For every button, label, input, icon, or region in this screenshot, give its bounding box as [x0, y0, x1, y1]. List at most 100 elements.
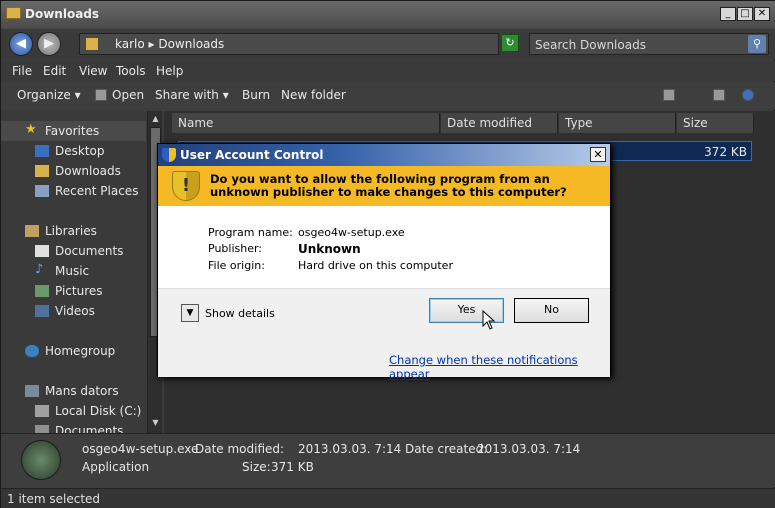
column-name[interactable]: Name: [172, 113, 440, 133]
publisher-label: Publisher:: [208, 242, 263, 255]
folder-icon: [35, 165, 49, 177]
scroll-down-icon[interactable]: ▼: [150, 417, 161, 429]
sidebar-item-music[interactable]: ♪ Music: [1, 261, 146, 281]
mouse-cursor-icon: [482, 310, 496, 330]
address-path: karlo ▸ Downloads: [115, 37, 225, 51]
warning-shield-icon: !: [172, 171, 200, 201]
column-size[interactable]: Size: [677, 113, 754, 133]
close-button[interactable]: ✕: [754, 7, 770, 21]
navigation-pane: ★ Favorites Desktop Downloads Recent Pla…: [1, 111, 163, 433]
uac-program-info: Program name: osgeo4w-setup.exe Publishe…: [158, 206, 610, 288]
column-date-modified[interactable]: Date modified: [441, 113, 558, 133]
menu-bar: File Edit View Tools Help: [1, 61, 775, 81]
share-with-button[interactable]: Share with ▾: [155, 88, 229, 102]
search-input[interactable]: Search Downloads ⚲: [529, 33, 769, 55]
uac-question: Do you want to allow the following progr…: [210, 172, 567, 199]
folder-icon: [86, 38, 98, 50]
forward-button[interactable]: ▶: [37, 32, 61, 56]
minimize-button[interactable]: _: [720, 7, 736, 21]
preview-pane-icon[interactable]: [713, 89, 725, 101]
show-details-label[interactable]: Show details: [205, 307, 275, 320]
sidebar-item-libraries[interactable]: Libraries: [1, 221, 146, 241]
sidebar-item-network-documents[interactable]: Documents (\\vbox: [1, 421, 146, 433]
sidebar-item-homegroup[interactable]: Homegroup: [1, 341, 146, 361]
publisher-value: Unknown: [298, 242, 361, 256]
maximize-button[interactable]: □: [737, 7, 753, 21]
refresh-icon: ↻: [505, 36, 515, 49]
menu-edit[interactable]: Edit: [43, 64, 66, 78]
app-icon: [21, 440, 61, 480]
video-icon: [35, 305, 49, 317]
shield-icon: [162, 148, 176, 162]
column-type[interactable]: Type: [559, 113, 676, 133]
origin-label: File origin:: [208, 259, 265, 272]
details-size-value: 371 KB: [271, 460, 314, 474]
details-type: Application: [82, 460, 150, 474]
sidebar-item-computer[interactable]: Mans dators: [1, 381, 146, 401]
search-placeholder: Search Downloads: [535, 38, 646, 52]
open-button[interactable]: Open: [112, 88, 144, 102]
uac-warning-banner: ! Do you want to allow the following pro…: [158, 166, 610, 206]
chevron-down-icon: ▼: [186, 308, 194, 318]
status-text: 1 item selected: [7, 492, 101, 506]
address-input[interactable]: karlo ▸ Downloads: [79, 33, 499, 55]
no-button[interactable]: No: [514, 298, 589, 323]
close-icon: ✕: [593, 148, 603, 161]
menu-file[interactable]: File: [12, 64, 32, 78]
details-modified-value: 2013.03.03. 7:14: [298, 442, 402, 456]
show-details-toggle[interactable]: ▼: [181, 304, 199, 322]
sidebar-item-favorites[interactable]: ★ Favorites: [1, 121, 146, 141]
sidebar-item-local-disk[interactable]: Local Disk (C:): [1, 401, 146, 421]
sidebar-item-label: Desktop: [55, 144, 105, 158]
recent-icon: [35, 185, 49, 197]
sidebar-item-label: Downloads: [55, 164, 121, 178]
sidebar-item-label: Recent Places: [55, 184, 139, 198]
sidebar-item-recent-places[interactable]: Recent Places: [1, 181, 146, 201]
desktop-icon: [35, 145, 49, 157]
sidebar-item-label: Pictures: [55, 284, 103, 298]
sidebar-item-desktop[interactable]: Desktop: [1, 141, 146, 161]
program-name-value: osgeo4w-setup.exe: [298, 226, 405, 239]
origin-value: Hard drive on this computer: [298, 259, 453, 272]
sidebar-item-documents[interactable]: Documents: [1, 241, 146, 261]
open-icon: [95, 89, 107, 101]
scroll-up-icon[interactable]: ▲: [150, 113, 161, 125]
sidebar-item-label: Homegroup: [45, 344, 116, 358]
sidebar-item-downloads[interactable]: Downloads: [1, 161, 146, 181]
window-title: Downloads: [25, 7, 100, 21]
folder-icon: [6, 7, 21, 19]
library-icon: [25, 225, 39, 237]
details-size-label: Size:: [242, 460, 271, 474]
title-bar: Downloads _ □ ✕: [1, 1, 775, 29]
details-pane: osgeo4w-setup.exe Date modified: 2013.03…: [1, 433, 775, 487]
menu-help[interactable]: Help: [156, 64, 183, 78]
refresh-button[interactable]: ↻: [501, 34, 519, 52]
burn-button[interactable]: Burn: [242, 88, 270, 102]
sidebar-item-label: Documents (\\vbox: [55, 424, 124, 433]
details-created-value: 2013.03.03. 7:14: [477, 442, 581, 456]
menu-view[interactable]: View: [79, 64, 107, 78]
uac-title: User Account Control: [180, 148, 324, 162]
document-icon: [35, 245, 49, 257]
help-icon[interactable]: [742, 89, 754, 101]
sidebar-item-label: Mans dators: [45, 384, 119, 398]
back-button[interactable]: ◀: [9, 32, 33, 56]
new-folder-button[interactable]: New folder: [281, 88, 346, 102]
menu-tools[interactable]: Tools: [116, 64, 146, 78]
network-drive-icon: [35, 425, 49, 433]
sidebar-item-label: Favorites: [45, 124, 100, 138]
disk-icon: [35, 405, 49, 417]
view-options-icon[interactable]: [663, 89, 675, 101]
uac-close-button[interactable]: ✕: [590, 147, 606, 162]
sidebar-item-pictures[interactable]: Pictures: [1, 281, 146, 301]
sidebar-item-videos[interactable]: Videos: [1, 301, 146, 321]
address-bar: ◀ ▶ karlo ▸ Downloads ↻ Search Downloads…: [1, 29, 775, 59]
sidebar-item-label: Music: [55, 264, 90, 278]
details-modified-label: Date modified:: [195, 442, 285, 456]
search-icon[interactable]: ⚲: [748, 35, 766, 53]
uac-footer: ▼ Show details Yes No Change when these …: [158, 288, 610, 381]
sidebar-item-label: Local Disk (C:): [55, 404, 142, 418]
organize-button[interactable]: Organize ▾: [17, 88, 81, 102]
command-bar: Organize ▾ Open Share with ▾ Burn New fo…: [1, 83, 775, 109]
change-notifications-link[interactable]: Change when these notifications appear: [389, 353, 610, 381]
